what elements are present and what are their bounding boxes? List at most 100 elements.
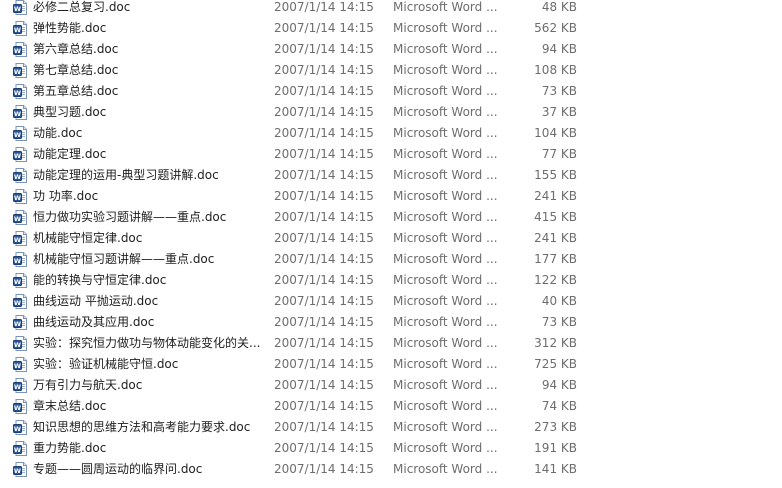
file-name: 能的转换与守恒定律.doc [33,273,167,287]
word-document-icon: W [13,441,27,456]
file-row[interactable]: W 动能定理的运用-典型习题讲解.doc 2007/1/14 14:15 Mic… [0,165,590,186]
word-document-icon: W [13,210,27,225]
svg-text:W: W [14,110,21,118]
file-size: 73 KB [541,315,577,329]
file-size: 108 KB [534,63,577,77]
file-name: 动能.doc [33,126,83,140]
file-type: Microsoft Word ... [393,42,498,56]
svg-text:W: W [14,47,21,55]
file-name: 知识思想的思维方法和高考能力要求.doc [33,420,251,434]
word-document-icon: W [13,0,27,15]
file-type: Microsoft Word ... [393,126,498,140]
file-type: Microsoft Word ... [393,0,498,14]
word-document-icon: W [13,63,27,78]
file-row[interactable]: W 机械能守恒习题讲解——重点.doc 2007/1/14 14:15 Micr… [0,249,590,270]
file-row[interactable]: W 弹性势能.doc 2007/1/14 14:15 Microsoft Wor… [0,18,590,39]
svg-text:W: W [14,446,21,454]
file-type: Microsoft Word ... [393,357,498,371]
file-size: 241 KB [534,231,577,245]
file-row[interactable]: W 重力势能.doc 2007/1/14 14:15 Microsoft Wor… [0,438,590,459]
file-name: 机械能守恒定律.doc [33,231,143,245]
file-date-modified: 2007/1/14 14:15 [274,105,374,119]
file-size: 273 KB [534,420,577,434]
svg-text:W: W [14,152,21,160]
file-size: 122 KB [534,273,577,287]
file-name: 重力势能.doc [33,441,107,455]
file-date-modified: 2007/1/14 14:15 [274,273,374,287]
word-document-icon: W [13,315,27,330]
file-date-modified: 2007/1/14 14:15 [274,21,374,35]
word-document-icon: W [13,399,27,414]
file-type: Microsoft Word ... [393,147,498,161]
svg-text:W: W [14,68,21,76]
file-row[interactable]: W 第七章总结.doc 2007/1/14 14:15 Microsoft Wo… [0,60,590,81]
file-row[interactable]: W 实验：验证机械能守恒.doc 2007/1/14 14:15 Microso… [0,354,590,375]
file-name: 曲线运动及其应用.doc [33,315,155,329]
file-row[interactable]: W 恒力做功实验习题讲解——重点.doc 2007/1/14 14:15 Mic… [0,207,590,228]
file-row[interactable]: W 动能.doc 2007/1/14 14:15 Microsoft Word … [0,123,590,144]
file-row[interactable]: W 曲线运动 平抛运动.doc 2007/1/14 14:15 Microsof… [0,291,590,312]
file-date-modified: 2007/1/14 14:15 [274,42,374,56]
svg-text:W: W [14,89,21,97]
svg-text:W: W [14,404,21,412]
file-row[interactable]: W 第六章总结.doc 2007/1/14 14:15 Microsoft Wo… [0,39,590,60]
word-document-icon: W [13,84,27,99]
file-type: Microsoft Word ... [393,189,498,203]
file-name: 典型习题.doc [33,105,107,119]
word-document-icon: W [13,294,27,309]
file-date-modified: 2007/1/14 14:15 [274,315,374,329]
file-type: Microsoft Word ... [393,231,498,245]
file-date-modified: 2007/1/14 14:15 [274,126,374,140]
svg-text:W: W [14,131,21,139]
file-date-modified: 2007/1/14 14:15 [274,336,374,350]
word-document-icon: W [13,252,27,267]
file-type: Microsoft Word ... [393,273,498,287]
svg-text:W: W [14,194,21,202]
file-type: Microsoft Word ... [393,420,498,434]
file-row[interactable]: W 曲线运动及其应用.doc 2007/1/14 14:15 Microsoft… [0,312,590,333]
file-name: 曲线运动 平抛运动.doc [33,294,159,308]
svg-text:W: W [14,236,21,244]
svg-text:W: W [14,173,21,181]
file-row[interactable]: W 机械能守恒定律.doc 2007/1/14 14:15 Microsoft … [0,228,590,249]
file-row[interactable]: W 能的转换与守恒定律.doc 2007/1/14 14:15 Microsof… [0,270,590,291]
file-row[interactable]: W 第五章总结.doc 2007/1/14 14:15 Microsoft Wo… [0,81,590,102]
file-size: 562 KB [534,21,577,35]
file-date-modified: 2007/1/14 14:15 [274,294,374,308]
file-date-modified: 2007/1/14 14:15 [274,378,374,392]
file-size: 725 KB [534,357,577,371]
word-document-icon: W [13,126,27,141]
file-row[interactable]: W 知识思想的思维方法和高考能力要求.doc 2007/1/14 14:15 M… [0,417,590,438]
file-date-modified: 2007/1/14 14:15 [274,0,374,14]
file-row[interactable]: W 典型习题.doc 2007/1/14 14:15 Microsoft Wor… [0,102,590,123]
file-size: 74 KB [541,399,577,413]
word-document-icon: W [13,231,27,246]
file-row[interactable]: W 动能定理.doc 2007/1/14 14:15 Microsoft Wor… [0,144,590,165]
file-date-modified: 2007/1/14 14:15 [274,420,374,434]
file-name: 恒力做功实验习题讲解——重点.doc [33,210,227,224]
file-row[interactable]: W 专题——圆周运动的临界问.doc 2007/1/14 14:15 Micro… [0,459,590,480]
file-name: 机械能守恒习题讲解——重点.doc [33,252,215,266]
svg-text:W: W [14,362,21,370]
file-date-modified: 2007/1/14 14:15 [274,168,374,182]
file-size: 312 KB [534,336,577,350]
file-type: Microsoft Word ... [393,462,498,476]
word-document-icon: W [13,105,27,120]
file-row[interactable]: W 必修二总复习.doc 2007/1/14 14:15 Microsoft W… [0,0,590,18]
svg-text:W: W [14,467,21,475]
svg-text:W: W [14,26,21,34]
file-date-modified: 2007/1/14 14:15 [274,189,374,203]
file-row[interactable]: W 实验：探究恒力做功与物体动能变化的关... 2007/1/14 14:15 … [0,333,590,354]
file-date-modified: 2007/1/14 14:15 [274,441,374,455]
file-type: Microsoft Word ... [393,63,498,77]
word-document-icon: W [13,42,27,57]
file-row[interactable]: W 万有引力与航天.doc 2007/1/14 14:15 Microsoft … [0,375,590,396]
word-document-icon: W [13,420,27,435]
word-document-icon: W [13,21,27,36]
file-row[interactable]: W 功 功率.doc 2007/1/14 14:15 Microsoft Wor… [0,186,590,207]
file-size: 73 KB [541,84,577,98]
file-row[interactable]: W 章末总结.doc 2007/1/14 14:15 Microsoft Wor… [0,396,590,417]
svg-text:W: W [14,5,21,13]
file-name: 实验：探究恒力做功与物体动能变化的关... [33,336,261,350]
svg-text:W: W [14,425,21,433]
